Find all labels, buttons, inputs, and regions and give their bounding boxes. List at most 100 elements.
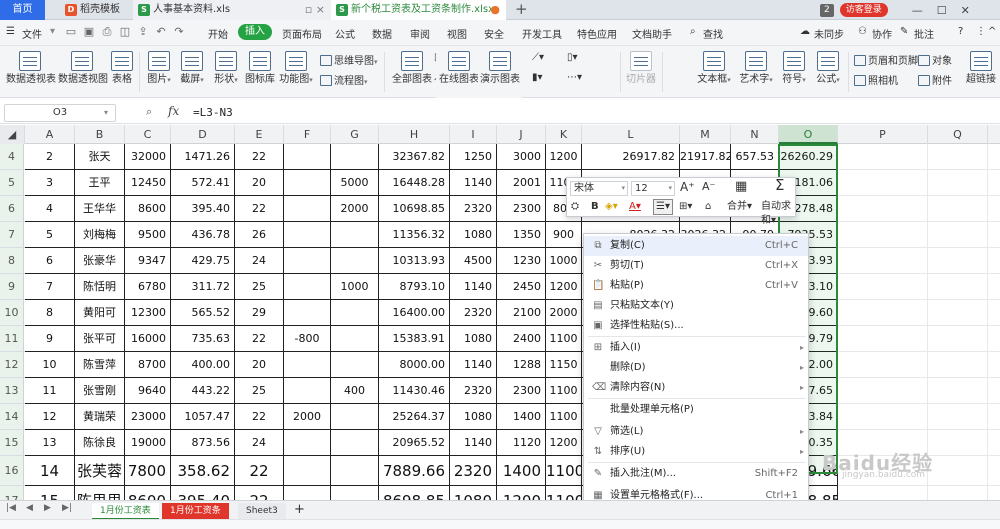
cell-j14[interactable]: 1400 xyxy=(497,404,546,430)
cell-j7[interactable]: 1350 xyxy=(497,222,546,248)
print-preview-icon[interactable]: ◫ xyxy=(118,25,132,39)
cell-k15[interactable]: 1200 xyxy=(546,430,582,456)
row-header-14[interactable]: 14 xyxy=(0,404,24,430)
cell-c6[interactable]: 8600 xyxy=(125,196,171,222)
row-header-17[interactable]: 17 xyxy=(0,486,24,500)
cell-e14[interactable]: 22 xyxy=(235,404,284,430)
cell-f8[interactable] xyxy=(284,248,331,274)
wordart-button[interactable]: 艺术字▾ xyxy=(738,46,774,98)
cell-c5[interactable]: 12450 xyxy=(125,170,171,196)
pivot-chart-button[interactable]: 数据透视图 xyxy=(58,46,108,98)
sparkline-buttons-2[interactable]: ▯▾ ⋯▾ xyxy=(565,50,591,102)
sparkline-line-icon[interactable]: ⟋▾ xyxy=(532,52,544,63)
cell-f11[interactable]: -800 xyxy=(284,326,331,352)
cell-c17[interactable]: 8600 xyxy=(125,486,171,500)
cell-b10[interactable]: 黄阳可 xyxy=(75,300,125,326)
autosum-button[interactable]: 自动求和▾ xyxy=(761,200,795,228)
prev-sheet-icon[interactable]: ◀ xyxy=(26,503,33,513)
column-header-j[interactable]: J xyxy=(497,125,546,144)
row-header-7[interactable]: 7 xyxy=(0,222,24,248)
cell-k13[interactable]: 1100 xyxy=(546,378,582,404)
last-sheet-icon[interactable]: ▶| xyxy=(62,503,72,513)
bold-icon[interactable]: B xyxy=(591,200,599,214)
cell-o4[interactable]: 26260.29 xyxy=(779,144,838,170)
cell-f6[interactable] xyxy=(284,196,331,222)
menu-features[interactable]: 特色应用 xyxy=(577,26,617,41)
cell-d4[interactable]: 1471.26 xyxy=(171,144,235,170)
cell-a17[interactable]: 15 xyxy=(25,486,75,500)
cell-e15[interactable]: 24 xyxy=(235,430,284,456)
sparkline-winloss-icon[interactable]: ▯▾ xyxy=(567,52,578,63)
column-header-f[interactable]: F xyxy=(284,125,331,144)
online-chart-button[interactable]: 在线图表 xyxy=(436,46,482,98)
clear-format-icon[interactable]: ⌂ xyxy=(705,200,711,214)
cell-g9[interactable]: 1000 xyxy=(331,274,379,300)
cell-h13[interactable]: 11430.46 xyxy=(379,378,450,404)
cell-g4[interactable] xyxy=(331,144,379,170)
cell-f10[interactable] xyxy=(284,300,331,326)
cell-k14[interactable]: 1100 xyxy=(546,404,582,430)
context-item-9[interactable]: ▽ 筛选(L) ▸ xyxy=(584,422,808,442)
close-window-icon[interactable]: ✕ xyxy=(961,4,970,17)
header-footer-button[interactable]: 页眉和页脚 xyxy=(854,52,918,67)
cell-j13[interactable]: 2300 xyxy=(497,378,546,404)
cell-b17[interactable]: 陈思思 xyxy=(75,486,125,500)
cell-h15[interactable]: 20965.52 xyxy=(379,430,450,456)
increase-font-icon[interactable]: A⁺ xyxy=(680,180,695,194)
cell-k16[interactable]: 1100 xyxy=(546,456,582,486)
cell-b11[interactable]: 张平可 xyxy=(75,326,125,352)
cell-i10[interactable]: 2320 xyxy=(450,300,497,326)
cell-c9[interactable]: 6780 xyxy=(125,274,171,300)
sparkline-buttons[interactable]: ⟋▾ ▮▾ xyxy=(530,50,556,102)
cell-c10[interactable]: 12300 xyxy=(125,300,171,326)
cell-k9[interactable]: 1200 xyxy=(546,274,582,300)
screenshot-button[interactable]: 截屏▾ xyxy=(177,46,207,98)
cell-l4[interactable]: 26917.82 xyxy=(582,144,680,170)
more-icon[interactable]: ⋮ xyxy=(976,26,986,37)
hyperlink-ribbon-button[interactable]: 超链接 xyxy=(964,46,998,98)
cell-c4[interactable]: 32000 xyxy=(125,144,171,170)
column-header-b[interactable]: B xyxy=(75,125,125,144)
cell-d5[interactable]: 572.41 xyxy=(171,170,235,196)
cell-d10[interactable]: 565.52 xyxy=(171,300,235,326)
cell-j15[interactable]: 1120 xyxy=(497,430,546,456)
cell-e16[interactable]: 22 xyxy=(235,456,284,486)
object-button[interactable]: 对象 xyxy=(918,52,952,67)
cell-d6[interactable]: 395.40 xyxy=(171,196,235,222)
context-item-10[interactable]: ⇅ 排序(U) ▸ xyxy=(584,442,808,462)
cell-i13[interactable]: 2320 xyxy=(450,378,497,404)
cell-d8[interactable]: 429.75 xyxy=(171,248,235,274)
cell-m4[interactable]: 21917.82 xyxy=(680,144,731,170)
cell-e4[interactable]: 22 xyxy=(235,144,284,170)
borders-icon[interactable]: ⊞▾ xyxy=(679,200,692,214)
cell-j17[interactable]: 1200 xyxy=(497,486,546,500)
cell-c12[interactable]: 8700 xyxy=(125,352,171,378)
cell-g14[interactable] xyxy=(331,404,379,430)
cell-k10[interactable]: 2000 xyxy=(546,300,582,326)
next-sheet-icon[interactable]: ▶ xyxy=(44,503,51,513)
collab-button[interactable]: 协作 xyxy=(872,26,892,41)
column-header-q[interactable]: Q xyxy=(928,125,988,144)
cell-f17[interactable] xyxy=(284,486,331,500)
cell-d7[interactable]: 436.78 xyxy=(171,222,235,248)
cell-j10[interactable]: 2100 xyxy=(497,300,546,326)
sigma-icon[interactable]: Σ xyxy=(775,178,784,193)
chart-tools-icon[interactable]: ⋯▾ xyxy=(567,72,582,83)
cell-h4[interactable]: 32367.82 xyxy=(379,144,450,170)
cell-k8[interactable]: 1000 xyxy=(546,248,582,274)
cell-i4[interactable]: 1250 xyxy=(450,144,497,170)
print-icon[interactable]: ⎙ xyxy=(100,25,114,39)
flowchart-button[interactable]: 流程图▾ xyxy=(320,72,368,87)
cell-f9[interactable] xyxy=(284,274,331,300)
cell-h17[interactable]: 8698.85 xyxy=(379,486,450,500)
cell-i12[interactable]: 1140 xyxy=(450,352,497,378)
cell-e13[interactable]: 25 xyxy=(235,378,284,404)
column-header-l[interactable]: L xyxy=(582,125,680,144)
row-header-11[interactable]: 11 xyxy=(0,326,24,352)
undo-icon[interactable]: ↶ xyxy=(154,25,168,39)
column-header-m[interactable]: M xyxy=(680,125,731,144)
column-header-g[interactable]: G xyxy=(331,125,379,144)
cell-j11[interactable]: 2400 xyxy=(497,326,546,352)
cell-b13[interactable]: 张雪刚 xyxy=(75,378,125,404)
column-header-h[interactable]: H xyxy=(379,125,450,144)
